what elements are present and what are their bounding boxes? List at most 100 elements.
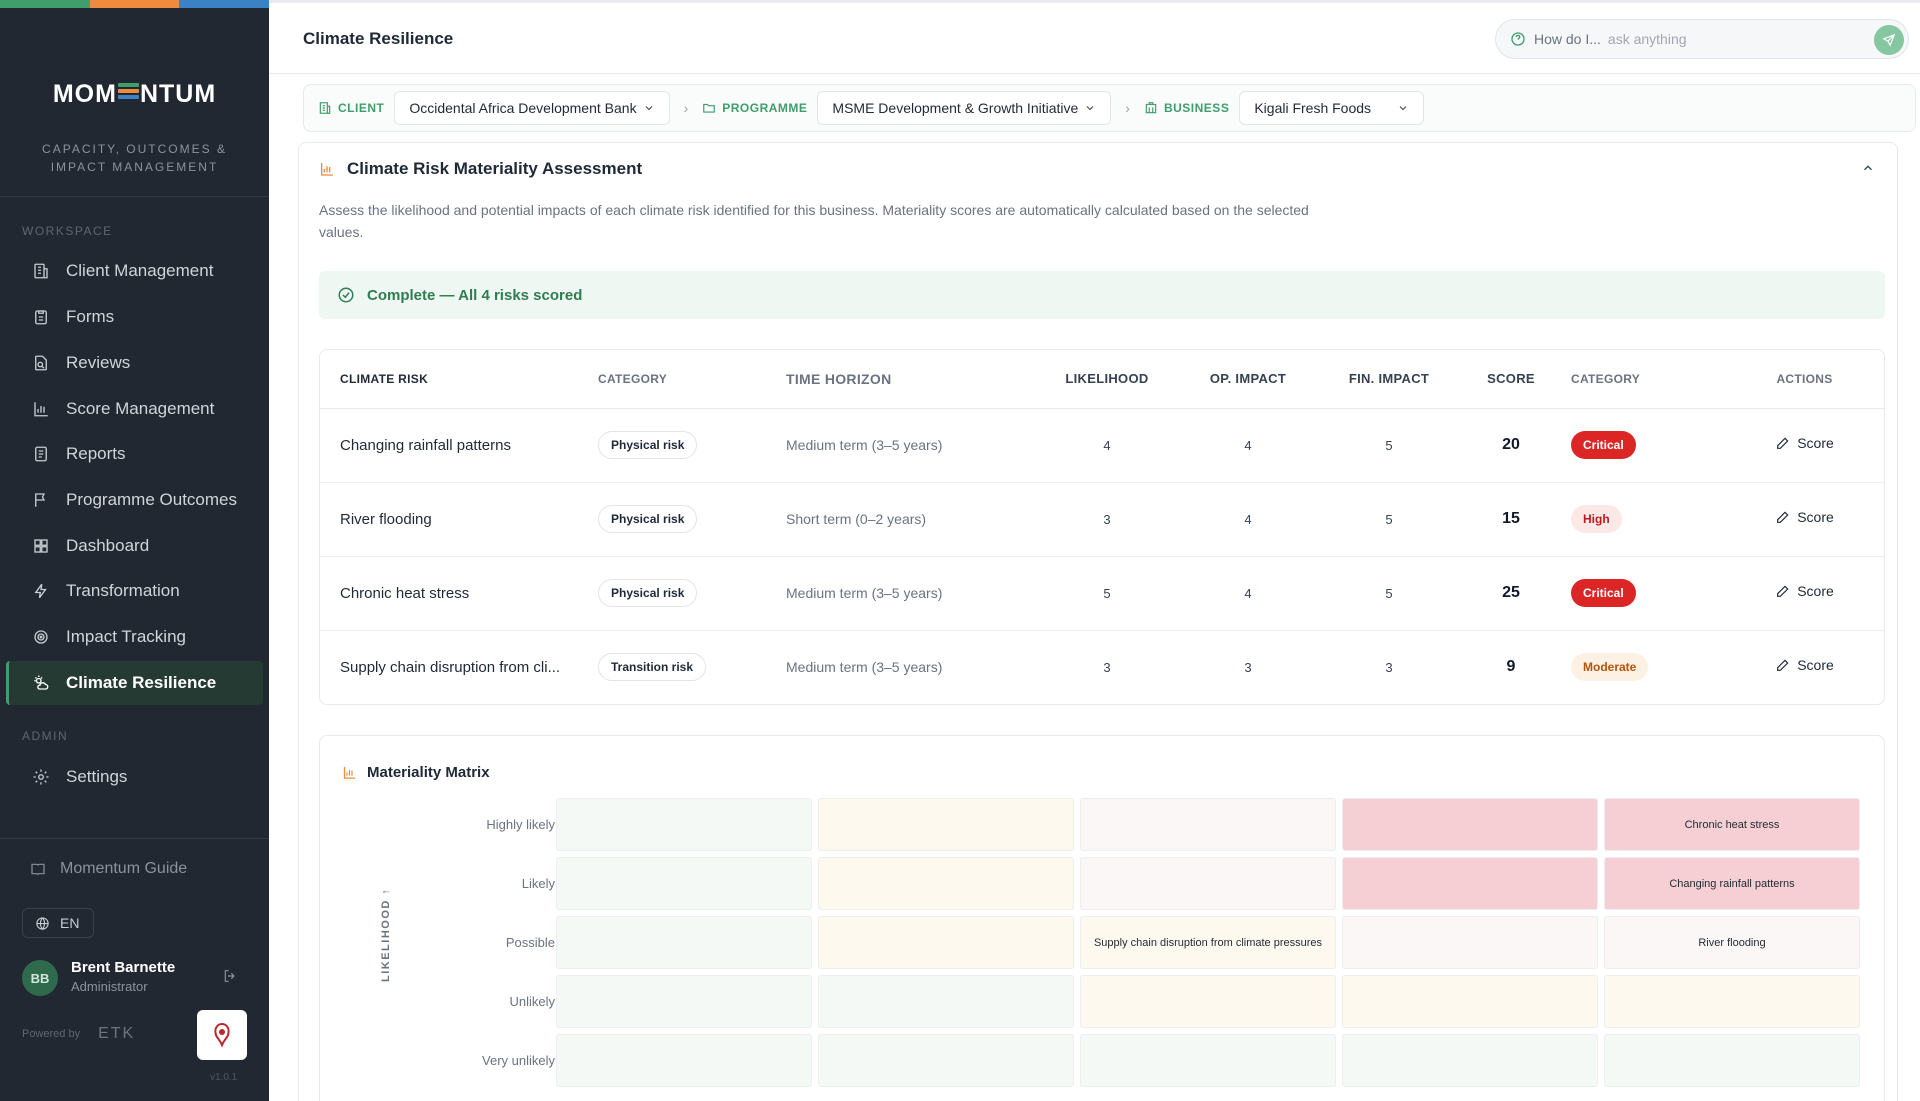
momentum-guide-link[interactable]: Momentum Guide	[30, 860, 187, 878]
table-row: Supply chain disruption from cli... Tran…	[320, 630, 1884, 704]
sidebar-item-label: Impact Tracking	[66, 627, 186, 646]
admin-section-label: ADMIN	[22, 729, 69, 743]
store-icon	[1145, 102, 1157, 114]
sidebar-item-label: Programme Outcomes	[66, 490, 237, 509]
sidebar-item-dashboard[interactable]: Dashboard	[6, 524, 263, 568]
matrix-row-label: Possible	[505, 935, 555, 950]
app-root: MOM NTUM CAPACITY, OUTCOMES & IMPACT MANA…	[0, 0, 1920, 1101]
client-select[interactable]: Occidental Africa Development Bank	[394, 91, 670, 125]
sidebar-item-transformation[interactable]: Transformation	[6, 569, 263, 613]
score-button[interactable]: Score	[1775, 583, 1834, 599]
score-value: 9	[1506, 658, 1516, 676]
status-badge: High	[1571, 505, 1622, 533]
top-bar: Climate Resilience How do I... ask anyth…	[269, 0, 1920, 74]
column-header[interactable]: TIME HORIZON	[786, 350, 1019, 409]
column-header[interactable]: CATEGORY	[598, 350, 786, 409]
matrix-cell: Changing rainfall patterns	[1604, 857, 1860, 910]
sidebar-item-settings[interactable]: Settings	[6, 755, 263, 799]
risk-name: Supply chain disruption from cli...	[340, 658, 561, 676]
column-header: ACTIONS	[1725, 350, 1884, 409]
column-header[interactable]: LIKELIHOOD	[1019, 350, 1195, 409]
op-impact-value: 3	[1244, 659, 1252, 675]
sidebar-item-score-management[interactable]: Score Management	[6, 387, 263, 431]
matrix-cell	[1080, 1034, 1336, 1087]
flag-icon	[30, 489, 52, 511]
pencil-icon	[1777, 585, 1789, 597]
language-selector[interactable]: EN	[22, 908, 94, 938]
column-header[interactable]: CATEGORY	[1545, 350, 1725, 409]
sidebar-item-climate-resilience[interactable]: Climate Resilience	[6, 661, 263, 705]
op-impact-value: 4	[1195, 556, 1301, 631]
table-header-row: CLIMATE RISK CATEGORY TIME HORIZON LIKEL…	[320, 350, 1884, 409]
sidebar-item-programme-outcomes[interactable]: Programme Outcomes	[6, 478, 263, 522]
chevron-up-icon[interactable]	[1861, 161, 1875, 180]
sidebar-item-label: Forms	[66, 307, 115, 326]
status-badge: Moderate	[1571, 653, 1649, 682]
column-header[interactable]: OP. IMPACT	[1195, 350, 1301, 409]
pencil-icon	[1777, 437, 1789, 449]
page-title: Climate Resilience	[303, 29, 454, 48]
ask-assistant-input[interactable]: How do I... ask anything	[1495, 19, 1909, 59]
matrix-cell	[1342, 798, 1598, 851]
powered-by: Powered by ETK	[22, 1025, 136, 1042]
sidebar-item-impact-tracking[interactable]: Impact Tracking	[6, 615, 263, 659]
sidebar-item-reviews[interactable]: Reviews	[6, 341, 263, 385]
send-icon[interactable]	[1874, 25, 1904, 55]
logout-icon[interactable]	[222, 968, 238, 989]
score-button[interactable]: Score	[1775, 509, 1834, 525]
status-badge: Critical	[1571, 431, 1636, 459]
time-horizon: Medium term (3–5 years)	[786, 659, 943, 676]
folder-icon	[703, 103, 716, 113]
sidebar: MOM NTUM CAPACITY, OUTCOMES & IMPACT MANA…	[0, 0, 270, 1101]
sidebar-item-label: Score Management	[66, 399, 215, 418]
matrix-cell	[1342, 975, 1598, 1028]
risk-table: CLIMATE RISK CATEGORY TIME HORIZON LIKEL…	[319, 349, 1885, 705]
ask-placeholder: ask anything	[1607, 31, 1687, 47]
programme-select[interactable]: MSME Development & Growth Initiative	[817, 91, 1112, 125]
sidebar-item-label: Transformation	[66, 581, 180, 600]
sidebar-item-forms[interactable]: Forms	[6, 295, 263, 339]
context-breadcrumb: CLIENT Occidental Africa Development Ban…	[303, 84, 1916, 132]
app-logo[interactable]: MOM NTUM	[0, 80, 269, 109]
score-value: 25	[1477, 556, 1545, 631]
column-header[interactable]: FIN. IMPACT	[1301, 350, 1477, 409]
fin-impact-value: 5	[1301, 408, 1477, 483]
table-row: Changing rainfall patterns Physical risk…	[320, 408, 1884, 483]
book-icon	[30, 861, 46, 877]
matrix-cell	[818, 798, 1074, 851]
breadcrumb-separator: ›	[683, 100, 689, 116]
review-icon	[30, 352, 52, 374]
business-select[interactable]: Kigali Fresh Foods	[1239, 91, 1425, 125]
likelihood-value: 4	[1019, 408, 1195, 483]
sidebar-item-reports[interactable]: Reports	[6, 432, 263, 476]
user-profile: BB Brent Barnette Administrator	[22, 956, 252, 1000]
sidebar-item-label: Reports	[66, 444, 126, 463]
lightning-icon	[30, 580, 52, 602]
matrix-cell	[1080, 975, 1336, 1028]
matrix-cell	[1080, 798, 1336, 851]
etk-logo: ETK	[98, 1025, 136, 1042]
sidebar-item-label: Dashboard	[66, 536, 150, 555]
partner-logo	[197, 1010, 247, 1060]
workspace-section-label: WORKSPACE	[22, 224, 113, 238]
risk-category-badge: Transition risk	[598, 653, 707, 682]
assessment-description: Assess the likelihood and potential impa…	[319, 202, 1309, 240]
matrix-row-label: Very unlikely	[482, 1053, 555, 1068]
matrix-row-label: Likely	[521, 876, 555, 891]
assessment-title: Climate Risk Materiality Assessment	[347, 159, 643, 178]
status-badge: Critical	[1571, 579, 1636, 607]
table-row: River flooding Physical risk Short term …	[320, 482, 1884, 557]
brand-strip	[0, 0, 270, 8]
column-header[interactable]: CLIMATE RISK	[320, 350, 598, 409]
score-button[interactable]: Score	[1775, 657, 1834, 673]
matrix-cell: River flooding	[1604, 916, 1860, 969]
column-header[interactable]: SCORE	[1477, 350, 1545, 409]
matrix-cell	[556, 798, 812, 851]
risk-category-badge: Physical risk	[598, 505, 698, 533]
matrix-cell	[556, 916, 812, 969]
likelihood-value: 3	[1103, 659, 1111, 675]
score-button[interactable]: Score	[1775, 435, 1834, 451]
matrix-cell	[1080, 857, 1336, 910]
sidebar-item-client-management[interactable]: Client Management	[6, 249, 263, 293]
matrix-cell	[556, 1034, 812, 1087]
